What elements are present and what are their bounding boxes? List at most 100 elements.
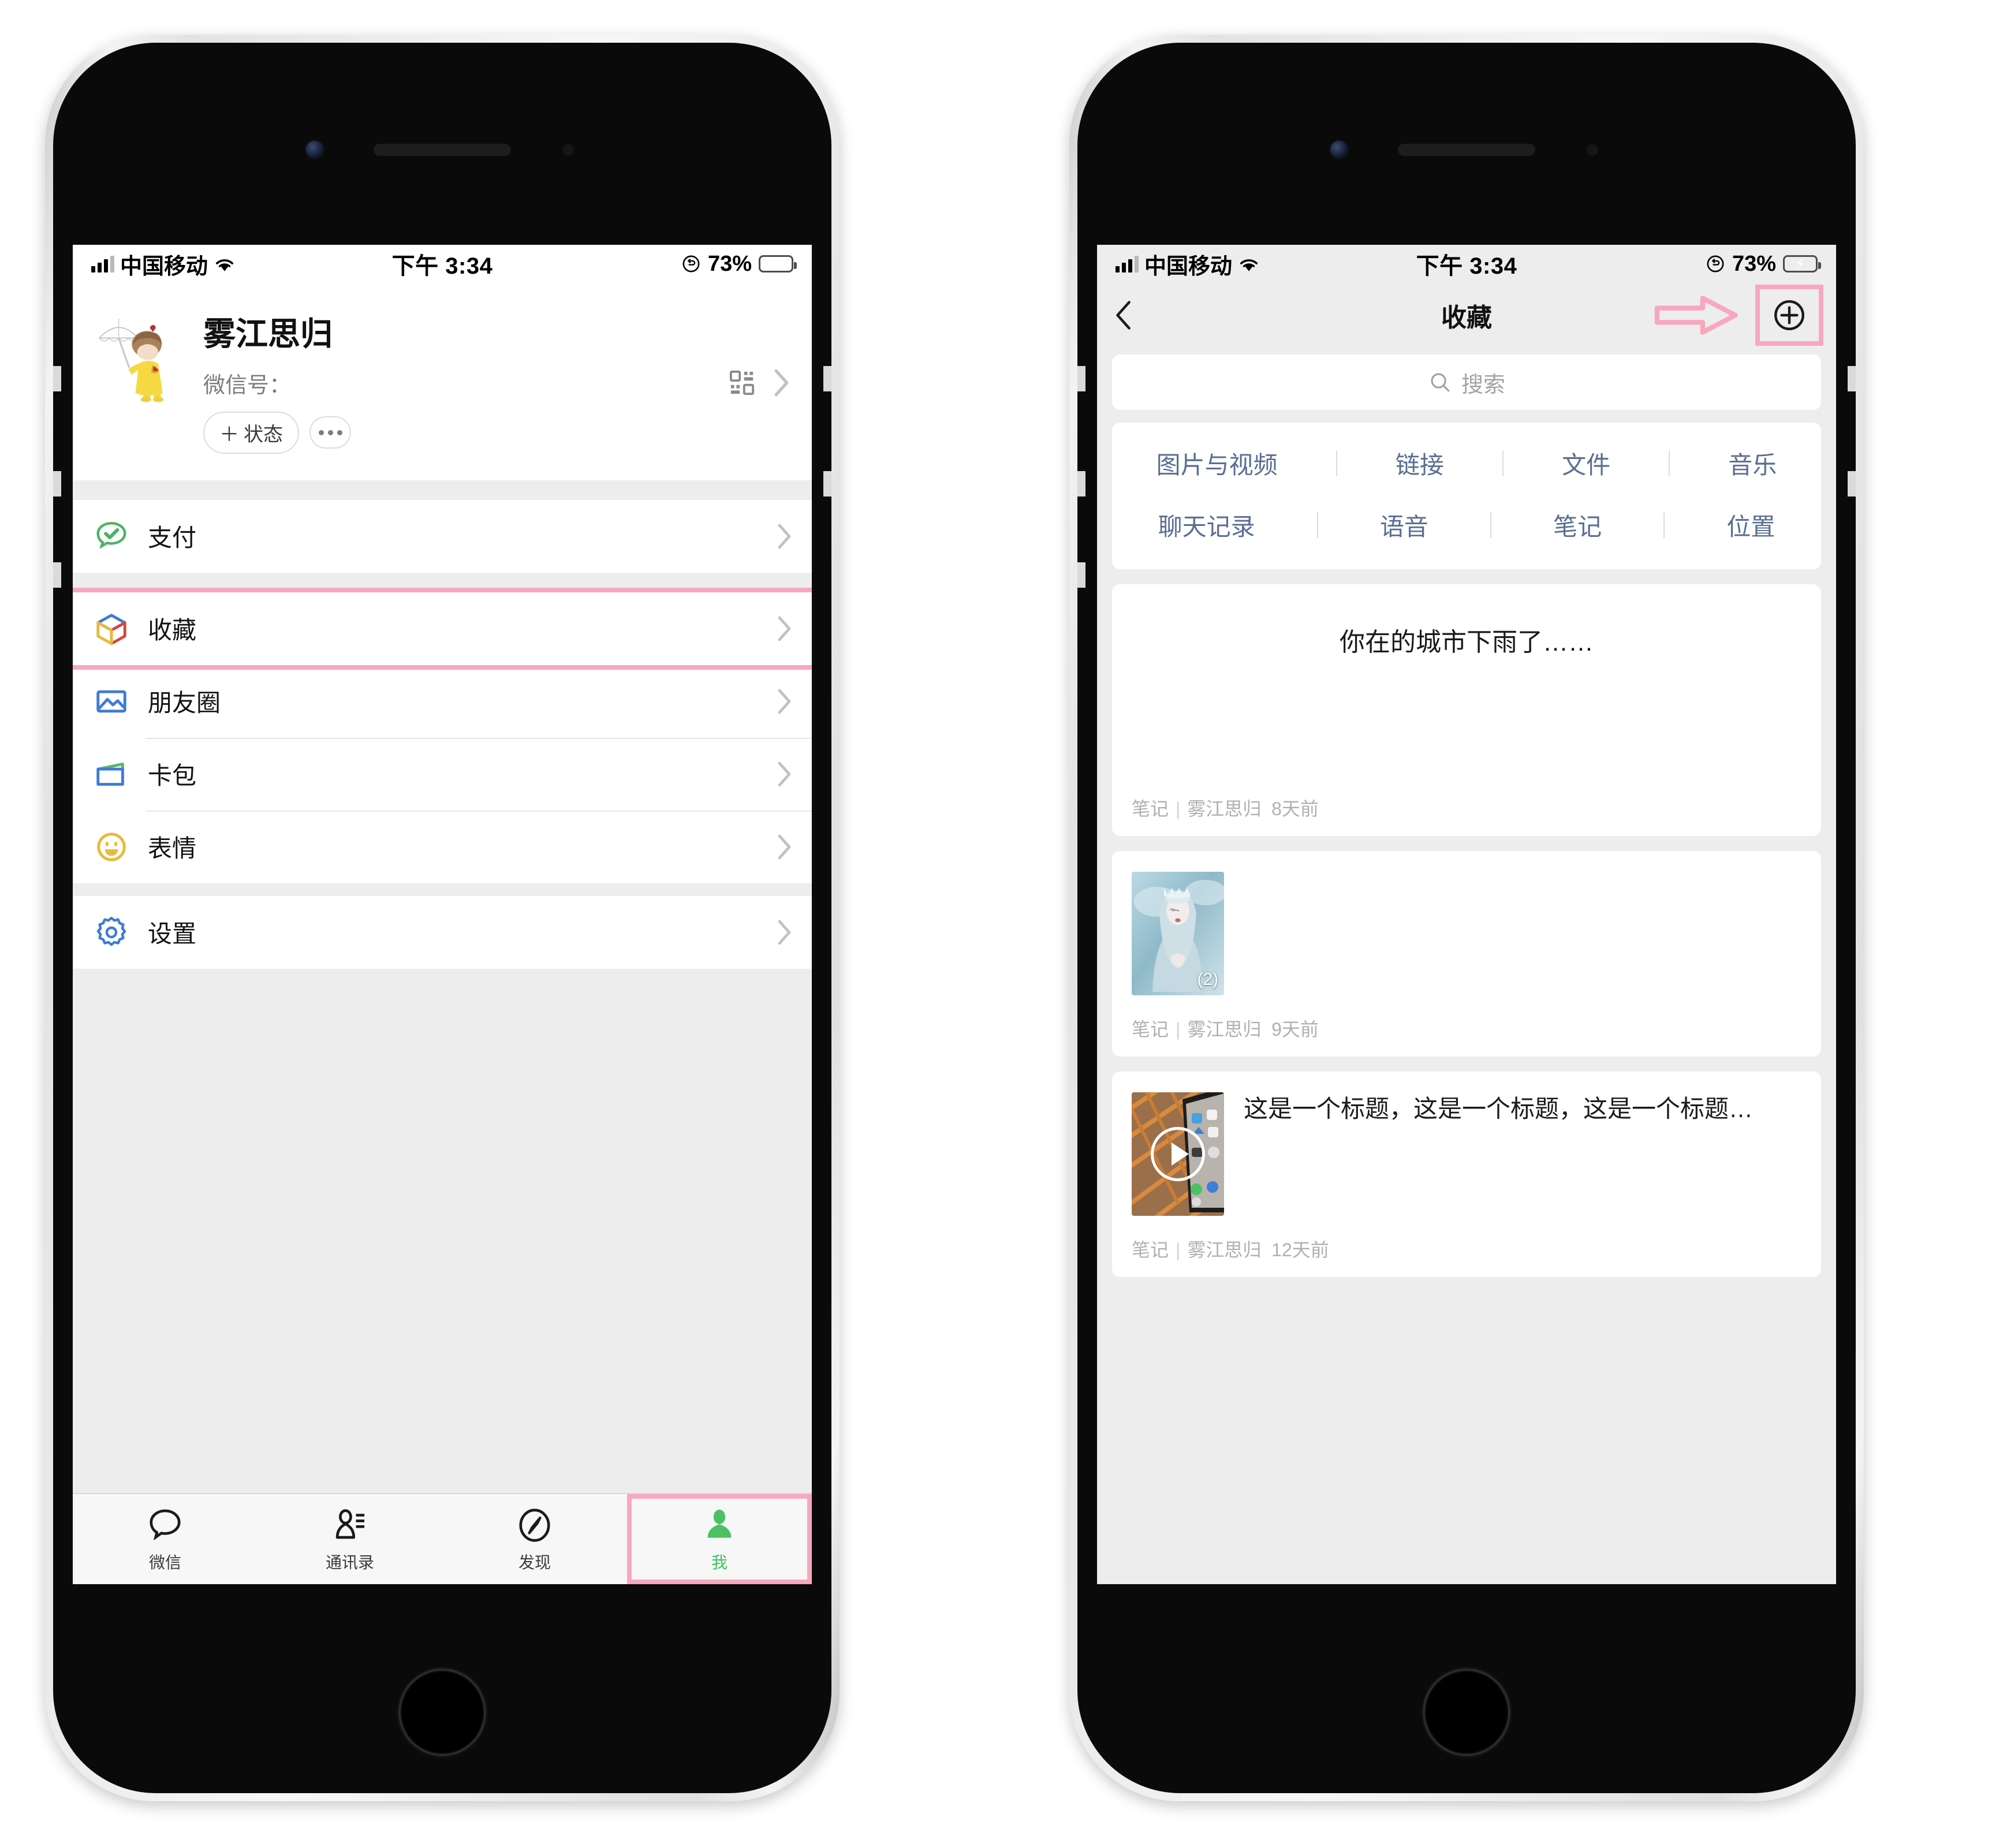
home-button[interactable] <box>398 1668 486 1756</box>
screenshot-stage: 中国移动 下午 3:34 73% ⚡ 雾江思归 微信号： ＋ 状态 支付 收藏 … <box>0 0 2007 1848</box>
antenna-line <box>1848 471 1856 496</box>
menu-item-pay[interactable]: 支付 <box>73 499 812 573</box>
menu-item-label: 卡包 <box>148 762 197 790</box>
menu-item-cards[interactable]: 卡包 <box>73 737 812 811</box>
front-camera-icon <box>305 140 324 159</box>
search-icon <box>1431 373 1450 392</box>
tab-me[interactable]: 我 <box>627 1494 812 1584</box>
menu-group-1: 支付 <box>73 499 812 573</box>
item-type: 笔记 <box>1132 1240 1169 1260</box>
filter-links[interactable]: 链接 <box>1396 446 1444 481</box>
favorite-item-video[interactable]: 这是一个标题，这是一个标题，这是一个标题… 笔记 | 雾江思归 12天前 <box>1112 1072 1821 1277</box>
avatar-girl-umbrella-icon <box>92 315 180 403</box>
divider <box>1663 512 1665 538</box>
tab-label: 通讯录 <box>325 1554 374 1571</box>
pay-check-bubble-icon <box>92 517 130 555</box>
profile-id-row[interactable]: 微信号： <box>203 367 792 399</box>
battery-percent-label: 73% <box>707 251 752 276</box>
divider <box>1490 512 1491 538</box>
earpiece-speaker <box>374 144 511 156</box>
wifi-icon <box>1240 259 1258 271</box>
circle-plus-icon <box>1774 300 1804 330</box>
status-bar-right: 73% ⚡ <box>562 251 797 277</box>
chevron-right-icon <box>777 689 792 714</box>
screen-left: 中国移动 下午 3:34 73% ⚡ 雾江思归 微信号： ＋ 状态 支付 收藏 … <box>73 245 812 1584</box>
tab-discover[interactable]: 发现 <box>442 1494 627 1584</box>
favorites-list: 你在的城市下雨了…… 笔记 | 雾江思归 8天前 (2) 笔记 | 雾江思归 9… <box>1097 569 1836 1292</box>
chat-bubble-icon <box>150 1509 181 1541</box>
item-time: 12天前 <box>1271 1240 1329 1260</box>
menu-item-moments[interactable]: 朋友圈 <box>73 664 812 738</box>
play-circle-icon[interactable] <box>1151 1127 1205 1181</box>
menu-item-label: 表情 <box>148 835 197 863</box>
filter-images-videos[interactable]: 图片与视频 <box>1157 446 1278 481</box>
antenna-line <box>823 366 831 391</box>
tab-wechat[interactable]: 微信 <box>73 1494 258 1584</box>
qr-code-icon[interactable] <box>729 369 755 396</box>
cards-wallet-icon <box>92 755 130 793</box>
item-author: 雾江思归 <box>1187 1240 1262 1260</box>
add-favorite-button[interactable] <box>1760 289 1819 341</box>
search-input[interactable]: 搜索 <box>1112 354 1821 410</box>
photo-count-badge: (2) <box>1197 970 1218 989</box>
profile-name: 雾江思归 <box>203 316 333 352</box>
tab-bar: 微信 通讯录 发现 我 <box>73 1493 812 1584</box>
signal-bars-icon <box>1116 255 1139 272</box>
stickers-smiley-icon <box>92 828 130 866</box>
profile-header[interactable]: 雾江思归 微信号： ＋ 状态 <box>73 283 812 480</box>
antenna-line <box>53 471 61 496</box>
profile-main: 雾江思归 微信号： ＋ 状态 <box>203 315 792 454</box>
search-placeholder: 搜索 <box>1461 372 1505 397</box>
item-author: 雾江思归 <box>1187 798 1262 819</box>
chevron-right-icon <box>777 920 792 945</box>
item-body: x (2) <box>1132 872 1801 995</box>
filter-notes[interactable]: 笔记 <box>1553 507 1602 543</box>
item-meta: 笔记 | 雾江思归 12天前 <box>1132 1240 1329 1260</box>
filter-voice[interactable]: 语音 <box>1380 507 1428 543</box>
antenna-line <box>1077 471 1085 496</box>
menu-item-label: 支付 <box>148 524 197 552</box>
menu-item-stickers[interactable]: 表情 <box>73 810 812 883</box>
filter-files[interactable]: 文件 <box>1562 446 1610 481</box>
divider <box>1502 450 1504 476</box>
clock-label: 下午 3:34 <box>391 253 493 279</box>
battery-charging-icon: ⚡ <box>1783 255 1821 272</box>
more-dots-icon[interactable] <box>309 416 351 449</box>
list-divider <box>73 883 812 896</box>
item-body: 这是一个标题，这是一个标题，这是一个标题… <box>1132 1092 1801 1216</box>
rotation-lock-icon <box>1707 255 1724 272</box>
filter-music[interactable]: 音乐 <box>1728 446 1777 481</box>
add-status-button[interactable]: ＋ 状态 <box>203 411 299 454</box>
wechat-id-label: 微信号： <box>203 373 292 398</box>
antenna-line <box>53 366 61 391</box>
profile-actions: ＋ 状态 <box>203 411 792 454</box>
menu-item-label: 设置 <box>148 920 197 948</box>
favorite-item-image[interactable]: x (2) 笔记|雾江思归 9天前 <box>1112 851 1821 1056</box>
menu-item-settings[interactable]: 设置 <box>73 895 812 969</box>
photo-thumbnail-blue-hair-girl[interactable]: x (2) <box>1132 872 1224 995</box>
status-bar-right: 73% ⚡ <box>1587 252 1821 277</box>
item-author: 雾江思归 <box>1187 1019 1262 1040</box>
filter-chat-history[interactable]: 聊天记录 <box>1158 507 1255 543</box>
chevron-right-icon <box>777 616 792 641</box>
tab-contacts[interactable]: 通讯录 <box>258 1494 442 1584</box>
antenna-line <box>1848 366 1856 391</box>
avatar[interactable] <box>92 315 180 403</box>
divider <box>1335 450 1337 476</box>
proximity-sensor-icon <box>562 144 574 156</box>
nav-bar: 收藏 <box>1097 283 1836 348</box>
proximity-sensor-icon <box>1587 144 1598 156</box>
antenna-line <box>823 471 831 496</box>
item-type: 笔记 <box>1132 1019 1169 1040</box>
filter-location[interactable]: 位置 <box>1726 507 1775 543</box>
item-meta: 笔记 | 雾江思归 8天前 <box>1132 798 1319 819</box>
menu-item-favorites[interactable]: 收藏 <box>73 592 812 665</box>
phone-right-body: 中国移动 下午 3:34 73% ⚡ 收藏 搜索 图片与视频 链接 文件 音乐 … <box>1077 43 1856 1793</box>
tab-label: 微信 <box>148 1554 181 1571</box>
chevron-right-icon <box>777 834 792 860</box>
favorite-item-note[interactable]: 你在的城市下雨了…… 笔记 | 雾江思归 8天前 <box>1112 584 1821 836</box>
video-thumbnail-phone-on-grid[interactable] <box>1132 1092 1224 1216</box>
antenna-line <box>1077 562 1085 588</box>
home-button[interactable] <box>1423 1668 1510 1756</box>
phone-left-body: 中国移动 下午 3:34 73% ⚡ 雾江思归 微信号： ＋ 状态 支付 收藏 … <box>53 43 831 1793</box>
